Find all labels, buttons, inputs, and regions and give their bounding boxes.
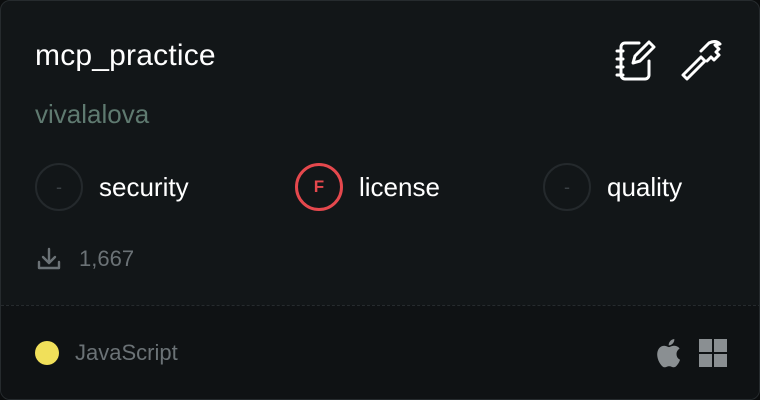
score-quality[interactable]: - quality — [543, 163, 682, 211]
score-security[interactable]: - security — [35, 163, 189, 211]
card-footer: JavaScript — [1, 305, 759, 399]
download-icon — [37, 247, 61, 270]
server-owner[interactable]: vivalalova — [35, 99, 149, 130]
language-color-dot — [35, 341, 59, 365]
security-label: security — [99, 171, 189, 202]
hammer-icon[interactable] — [679, 37, 725, 83]
header-icons — [613, 37, 725, 83]
server-name[interactable]: mcp_practice — [35, 39, 216, 73]
apple-icon — [657, 339, 680, 368]
security-grade: - — [35, 163, 83, 211]
language-name: JavaScript — [75, 340, 178, 365]
platforms — [655, 338, 727, 368]
server-card[interactable]: mcp_practice vivalalova - security F lic… — [0, 0, 760, 400]
license-grade: F — [295, 163, 343, 211]
score-license[interactable]: F license — [295, 163, 440, 211]
notebook-edit-icon[interactable] — [613, 37, 659, 83]
windows-icon — [699, 339, 727, 367]
downloads: 1,667 — [35, 245, 134, 273]
language: JavaScript — [35, 340, 178, 366]
download-count: 1,667 — [79, 246, 135, 271]
quality-grade: - — [543, 163, 591, 211]
license-label: license — [359, 171, 440, 202]
quality-label: quality — [607, 171, 683, 202]
